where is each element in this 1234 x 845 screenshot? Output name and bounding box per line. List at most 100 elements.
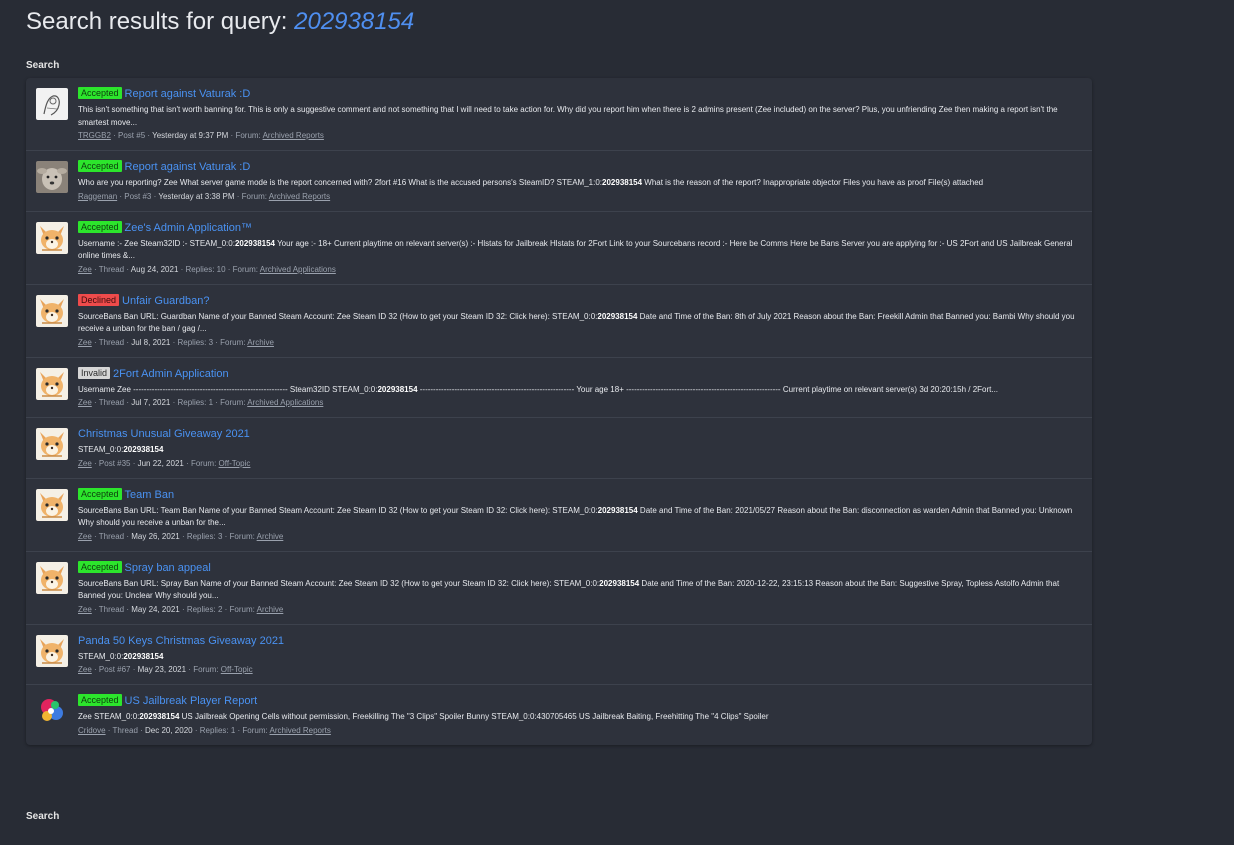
result-content: Invalid 2Fort Admin Application Username Z…	[78, 366, 1082, 410]
result-content: Accepted Spray ban appeal SourceBans Ban U…	[78, 560, 1082, 616]
result-forum-link[interactable]: Archived Reports	[269, 192, 330, 201]
result-title-line: Accepted US Jailbreak Player Report	[78, 694, 1082, 709]
result-forum-link[interactable]: Archived Applications	[247, 398, 323, 407]
status-label-declined[interactable]: Declined	[78, 293, 120, 306]
result-content: Accepted Report against Vaturak :D Who are…	[78, 160, 1082, 203]
fox-avatar[interactable]	[36, 634, 68, 667]
result-title-line: Invalid 2Fort Admin Application	[78, 366, 1082, 382]
result-type: Post #67	[98, 665, 131, 674]
result-date: Jul 7, 2021	[131, 398, 171, 407]
result-title-line: Accepted Report against Vaturak :D	[78, 87, 1082, 102]
result-title-link[interactable]: 2Fort Admin Application	[113, 368, 229, 380]
result-meta: Zee · Post #67 · May 23, 2021 · Forum: O…	[78, 665, 253, 674]
result-title-line: Accepted Team Ban	[78, 487, 1082, 503]
result-title-link[interactable]: Report against Vaturak :D	[125, 161, 251, 173]
result-replies: Replies: 3	[177, 337, 214, 347]
result-forum-link[interactable]: Archive	[257, 532, 284, 541]
result-author-link[interactable]: Zee	[78, 459, 92, 468]
result-type: Post #3	[124, 191, 152, 201]
result-forum-link[interactable]: Archive	[247, 338, 274, 347]
breadcrumb-top[interactable]: Search	[26, 60, 59, 71]
snippet-text-after: ----------------------------------------…	[417, 384, 999, 394]
result-forum-link[interactable]: Archived Applications	[260, 265, 336, 274]
result-content: Declined Unfair Guardban? SourceBans Ban U…	[78, 293, 1082, 349]
result-row: Accepted Report against Vaturak :D This is…	[26, 78, 1092, 151]
result-author-link[interactable]: Zee	[78, 265, 92, 274]
breadcrumb-bottom[interactable]: Search	[26, 811, 59, 822]
result-meta: Zee · Thread · Aug 24, 2021 · Replies: 1…	[78, 264, 336, 274]
status-label-accepted[interactable]: Accepted	[78, 220, 122, 233]
result-snippet: STEAM_0:0:202938154	[78, 651, 1082, 664]
result-title-line: Declined Unfair Guardban?	[78, 293, 1082, 309]
snippet-query-match: 202938154	[139, 712, 180, 721]
result-forum-link[interactable]: Off-Topic	[221, 665, 253, 674]
status-label-accepted[interactable]: Accepted	[78, 160, 122, 172]
result-forum-prefix: Forum:	[235, 131, 261, 140]
sketch-avatar[interactable]	[36, 88, 68, 120]
result-title-link[interactable]: Unfair Guardban?	[122, 295, 209, 307]
result-title-link[interactable]: Zee's Admin Application™	[125, 222, 252, 234]
result-forum-link[interactable]: Archived Reports	[263, 131, 324, 140]
fox-avatar[interactable]	[36, 488, 68, 521]
result-meta: Zee · Thread · May 26, 2021 · Replies: 3…	[78, 531, 284, 541]
result-title-link[interactable]: Christmas Unusual Giveaway 2021	[78, 428, 250, 440]
result-type: Thread	[112, 725, 138, 735]
snippet-text-before: SourceBans Ban URL: Guardban Name of you…	[78, 311, 598, 321]
result-author-link[interactable]: Zee	[78, 665, 92, 674]
result-author-link[interactable]: Zee	[78, 605, 92, 614]
snippet-text-before: Username Zee ---------------------------…	[78, 384, 378, 394]
result-row: Accepted US Jailbreak Player Report Zee ST…	[26, 685, 1092, 745]
result-type: Thread	[98, 604, 125, 614]
result-title-link[interactable]: Team Ban	[125, 489, 175, 501]
result-author-link[interactable]: Zee	[78, 338, 92, 347]
fox-avatar[interactable]	[36, 561, 68, 594]
result-snippet: SourceBans Ban URL: Team Ban Name of you…	[78, 505, 1082, 530]
result-title-line: Accepted Zee's Admin Application™	[78, 220, 1082, 236]
result-date: May 26, 2021	[131, 531, 180, 541]
result-title-link[interactable]: US Jailbreak Player Report	[125, 695, 258, 707]
result-author-link[interactable]: Raggeman	[78, 192, 117, 201]
colorful-avatar[interactable]	[36, 695, 68, 727]
fox-avatar[interactable]	[36, 221, 68, 254]
result-snippet: This isn't something that isn't worth ba…	[78, 104, 1082, 129]
result-row: Accepted Zee's Admin Application™ Username…	[26, 212, 1092, 285]
result-author-link[interactable]: Zee	[78, 532, 92, 541]
result-forum-link[interactable]: Archive	[257, 605, 284, 614]
result-snippet: SourceBans Ban URL: Spray Ban Name of yo…	[78, 578, 1082, 603]
snippet-query-match: 202938154	[123, 651, 164, 661]
result-row: Panda 50 Keys Christmas Giveaway 2021 STE…	[26, 625, 1092, 685]
result-snippet: Username Zee ---------------------------…	[78, 384, 1082, 397]
result-title-link[interactable]: Panda 50 Keys Christmas Giveaway 2021	[78, 635, 284, 647]
status-label-accepted[interactable]: Accepted	[78, 560, 122, 573]
status-label-accepted[interactable]: Accepted	[78, 694, 122, 706]
result-forum-prefix: Forum:	[220, 337, 246, 347]
fox-avatar[interactable]	[36, 367, 68, 400]
status-label-accepted[interactable]: Accepted	[78, 87, 122, 99]
dog-avatar[interactable]	[36, 161, 68, 193]
result-author-link[interactable]: Zee	[78, 398, 92, 407]
status-label-accepted[interactable]: Accepted	[78, 487, 122, 500]
result-forum-link[interactable]: Off-Topic	[219, 459, 251, 468]
result-forum-prefix: Forum:	[193, 665, 219, 674]
snippet-text-after: What is the reason of the report? Inappr…	[642, 178, 984, 187]
result-content: Accepted Zee's Admin Application™ Username…	[78, 220, 1082, 276]
result-author-link[interactable]: Cridove	[78, 726, 106, 735]
result-date: Yesterday at 9:37 PM	[152, 131, 229, 140]
result-snippet: Username :- Zee Steam32ID :- STEAM_0:0:2…	[78, 238, 1082, 263]
result-content: Accepted Report against Vaturak :D This is…	[78, 87, 1082, 142]
result-title-link[interactable]: Spray ban appeal	[125, 562, 211, 574]
result-author-link[interactable]: TRGGB2	[78, 131, 111, 140]
fox-avatar[interactable]	[36, 294, 68, 327]
result-date: Aug 24, 2021	[130, 264, 179, 274]
page-title-prefix: Search results for query:	[26, 8, 295, 35]
snippet-text-after: US Jailbreak Opening Cells without permi…	[179, 712, 769, 721]
fox-avatar[interactable]	[36, 428, 68, 460]
result-title-line: Panda 50 Keys Christmas Giveaway 2021	[78, 634, 1082, 649]
result-replies: Replies: 1	[177, 398, 214, 407]
result-title-link[interactable]: Report against Vaturak :D	[125, 88, 251, 100]
result-forum-link[interactable]: Archived Reports	[270, 726, 331, 735]
result-date: Jul 8, 2021	[131, 337, 171, 347]
result-forum-prefix: Forum:	[242, 725, 268, 735]
snippet-query-match: 202938154	[597, 311, 638, 321]
status-label-invalid[interactable]: Invalid	[78, 366, 111, 379]
